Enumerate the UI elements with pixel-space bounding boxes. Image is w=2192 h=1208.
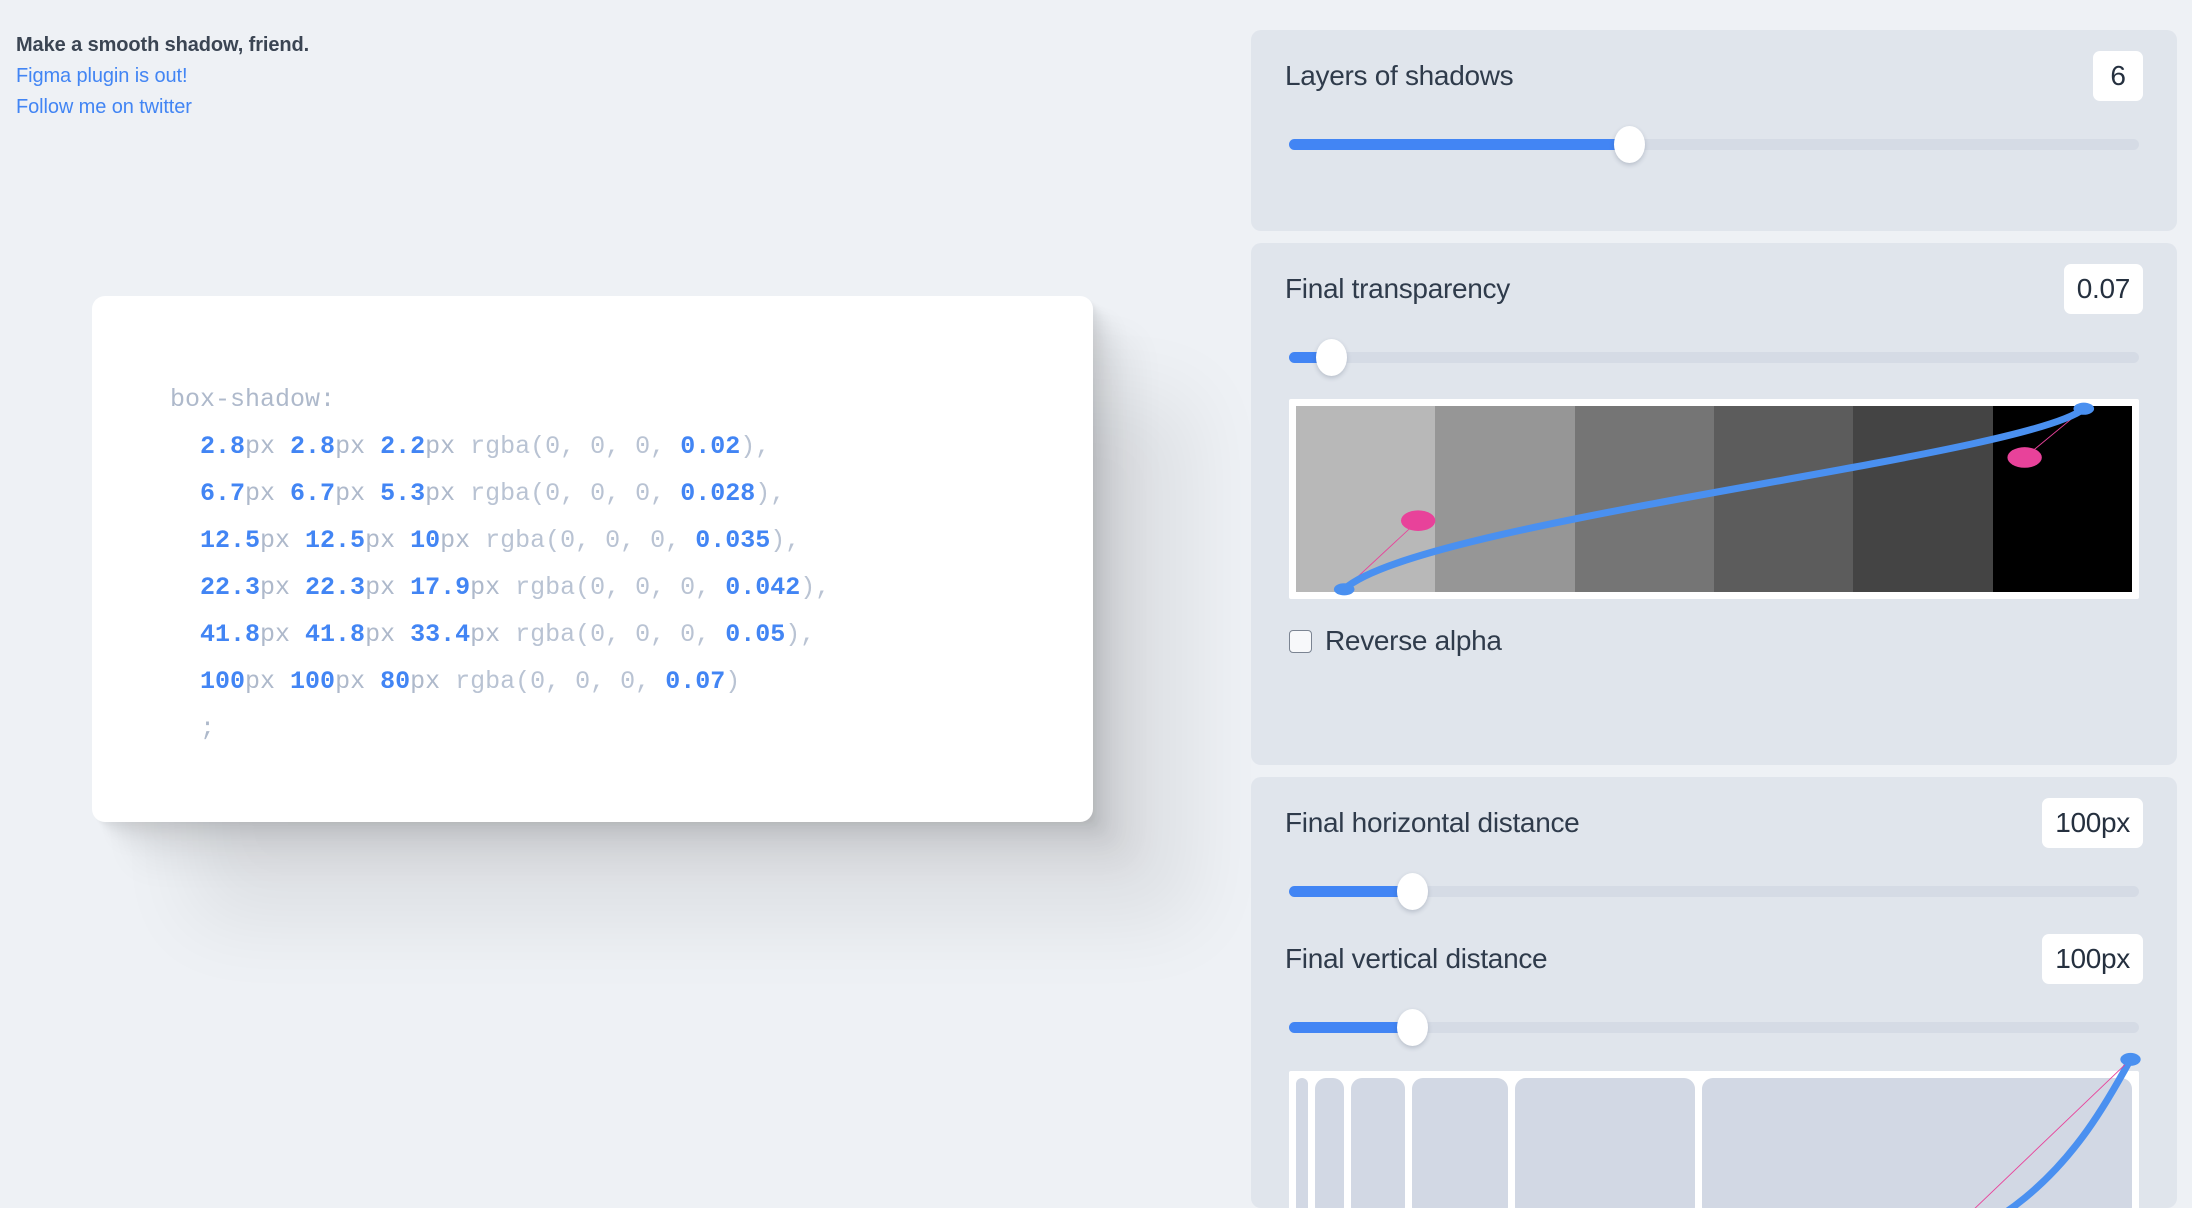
distance-bars [1296,1078,2132,1208]
horizontal-slider-fill [1289,885,1413,897]
preview-pane: Make a smooth shadow, friend. Figma plug… [0,0,1251,1208]
twitter-link[interactable]: Follow me on twitter [16,92,616,123]
distance-bar [1411,1078,1508,1208]
horizontal-slider-thumb[interactable] [1396,872,1428,910]
layers-value[interactable]: 6 [2093,51,2143,101]
intro-block: Make a smooth shadow, friend. Figma plug… [16,30,616,123]
vertical-value[interactable]: 100px [2042,934,2143,984]
distance-bar [1514,1078,1695,1208]
distance-curve-editor[interactable] [1289,1052,2139,1208]
transparency-label: Final transparency [1285,273,1510,304]
layers-slider-fill [1289,138,1629,150]
distance-endpoint-end[interactable] [2120,1052,2141,1066]
reverse-alpha-checkbox[interactable] [1289,629,1312,653]
vertical-slider-fill [1289,1021,1413,1033]
controls-pane: Layers of shadows 6 Final transparency 0… [1251,0,2192,1208]
alpha-bezier-path [1344,409,2084,590]
alpha-curve-svg [1284,394,2144,604]
layers-label: Layers of shadows [1285,60,1514,91]
transparency-value[interactable]: 0.07 [2063,264,2143,314]
vertical-slider-thumb[interactable] [1396,1008,1428,1046]
distance-bar [1296,1078,1309,1208]
layers-header: Layers of shadows 6 [1251,30,2177,122]
transparency-card: Final transparency 0.07 Reverse alpha [1251,243,2177,765]
horizontal-header: Final horizontal distance 100px [1251,777,2177,869]
transparency-slider-track[interactable] [1289,351,2139,363]
layers-slider-thumb[interactable] [1613,125,1645,163]
layers-slider-track[interactable] [1289,138,2139,150]
vertical-header: Final vertical distance 100px [1251,913,2177,1005]
horizontal-label: Final horizontal distance [1285,807,1580,838]
reverse-alpha-row[interactable]: Reverse alpha [1251,613,2177,669]
app-root: Make a smooth shadow, friend. Figma plug… [0,0,2192,1208]
distances-card: Final horizontal distance 100px Final ve… [1251,777,2177,1208]
box-shadow-code[interactable]: box-shadow: 2.8px 2.8px 2.2px rgba(0, 0, … [170,376,830,752]
reverse-alpha-label: Reverse alpha [1325,625,1502,656]
vertical-label: Final vertical distance [1285,943,1548,974]
vertical-slider[interactable] [1289,1005,2139,1049]
shadow-preview-card: box-shadow: 2.8px 2.8px 2.2px rgba(0, 0, … [92,296,1093,822]
distance-bar [1315,1078,1344,1208]
alpha-endpoint-end[interactable] [2073,402,2095,415]
horizontal-slider[interactable] [1289,869,2139,913]
alpha-curve-canvas[interactable] [1296,406,2132,592]
layers-slider[interactable] [1289,122,2139,166]
alpha-endpoint-start[interactable] [1333,583,1355,596]
transparency-slider-thumb[interactable] [1316,338,1347,376]
transparency-header: Final transparency 0.07 [1251,243,2177,335]
distance-bar [1350,1078,1405,1208]
page-title: Make a smooth shadow, friend. [16,34,310,56]
layers-card: Layers of shadows 6 [1251,30,2177,231]
figma-plugin-link[interactable]: Figma plugin is out! [16,61,616,92]
distance-bar [1701,1078,2132,1208]
alpha-control-handle-2[interactable] [2007,447,2042,468]
horizontal-value[interactable]: 100px [2042,798,2143,848]
transparency-slider[interactable] [1289,335,2139,379]
alpha-control-handle-1[interactable] [1400,510,1436,531]
alpha-curve-editor[interactable] [1289,399,2139,599]
